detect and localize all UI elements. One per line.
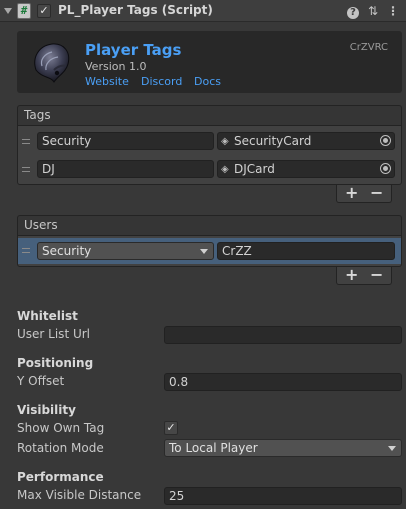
user-list-url-label: User List Url xyxy=(17,327,91,341)
visibility-section-title: Visibility xyxy=(17,403,76,417)
rotation-mode-dropdown[interactable]: To Local Player xyxy=(164,439,402,457)
user-tag-dropdown[interactable]: Security xyxy=(37,242,214,260)
chevron-down-icon xyxy=(388,446,396,451)
users-list-footer: + − xyxy=(336,265,392,285)
plugin-title: Player Tags xyxy=(85,41,182,59)
tag-object-field[interactable]: ◈ SecurityCard xyxy=(217,132,395,150)
drag-handle-icon[interactable] xyxy=(22,167,30,172)
object-picker-icon[interactable] xyxy=(380,135,391,146)
script-icon: # xyxy=(17,3,31,19)
object-picker-icon[interactable] xyxy=(380,163,391,174)
tag-object-value: SecurityCard xyxy=(234,134,312,148)
tag-object-field[interactable]: ◈ DJCard xyxy=(217,160,395,178)
y-offset-label: Y Offset xyxy=(17,374,65,388)
cube-icon: ◈ xyxy=(221,136,229,147)
component-enabled-checkbox[interactable]: ✓ xyxy=(37,4,51,18)
discord-link[interactable]: Discord xyxy=(141,75,182,88)
docs-link[interactable]: Docs xyxy=(194,75,221,88)
show-own-tag-checkbox[interactable]: ✓ xyxy=(164,421,178,435)
website-link[interactable]: Website xyxy=(85,75,129,88)
add-tag-button[interactable]: + xyxy=(345,183,358,202)
presets-icon[interactable]: ⇅ xyxy=(365,3,381,19)
rotation-mode-value: To Local Player xyxy=(169,441,258,455)
remove-user-button[interactable]: − xyxy=(370,265,383,284)
rotation-mode-label: Rotation Mode xyxy=(17,441,104,455)
performance-section-title: Performance xyxy=(17,470,104,484)
user-list-url-field[interactable] xyxy=(164,326,402,344)
help-icon[interactable]: ? xyxy=(345,3,361,19)
drag-handle-icon[interactable] xyxy=(22,139,30,144)
tag-object-value: DJCard xyxy=(234,162,275,176)
component-title: PL_Player Tags (Script) xyxy=(58,3,213,17)
tags-list-header[interactable]: Tags xyxy=(17,105,402,125)
tag-name-field[interactable]: Security xyxy=(37,132,214,150)
positioning-section-title: Positioning xyxy=(17,356,94,370)
alien-head-logo xyxy=(34,43,70,83)
max-visible-distance-label: Max Visible Distance xyxy=(17,488,142,502)
users-list-header[interactable]: Users xyxy=(17,215,402,235)
user-name-field[interactable]: CrZZ xyxy=(217,242,395,260)
plugin-version: Version 1.0 xyxy=(85,60,147,73)
tag-name-field[interactable]: DJ xyxy=(37,160,214,178)
foldout-arrow-icon[interactable] xyxy=(4,8,12,14)
user-tag-value: Security xyxy=(42,244,92,258)
remove-tag-button[interactable]: − xyxy=(370,183,383,202)
show-own-tag-label: Show Own Tag xyxy=(17,421,105,435)
add-user-button[interactable]: + xyxy=(345,265,358,284)
tags-list-footer: + − xyxy=(336,183,392,203)
whitelist-section-title: Whitelist xyxy=(17,309,78,323)
y-offset-field[interactable]: 0.8 xyxy=(164,373,402,391)
author-label: CrZVRC xyxy=(349,42,388,53)
more-icon[interactable]: ⋮ xyxy=(385,3,401,19)
chevron-down-icon xyxy=(200,249,208,254)
drag-handle-icon[interactable] xyxy=(22,248,30,253)
cube-icon: ◈ xyxy=(221,164,229,175)
max-visible-distance-field[interactable]: 25 xyxy=(164,487,402,505)
